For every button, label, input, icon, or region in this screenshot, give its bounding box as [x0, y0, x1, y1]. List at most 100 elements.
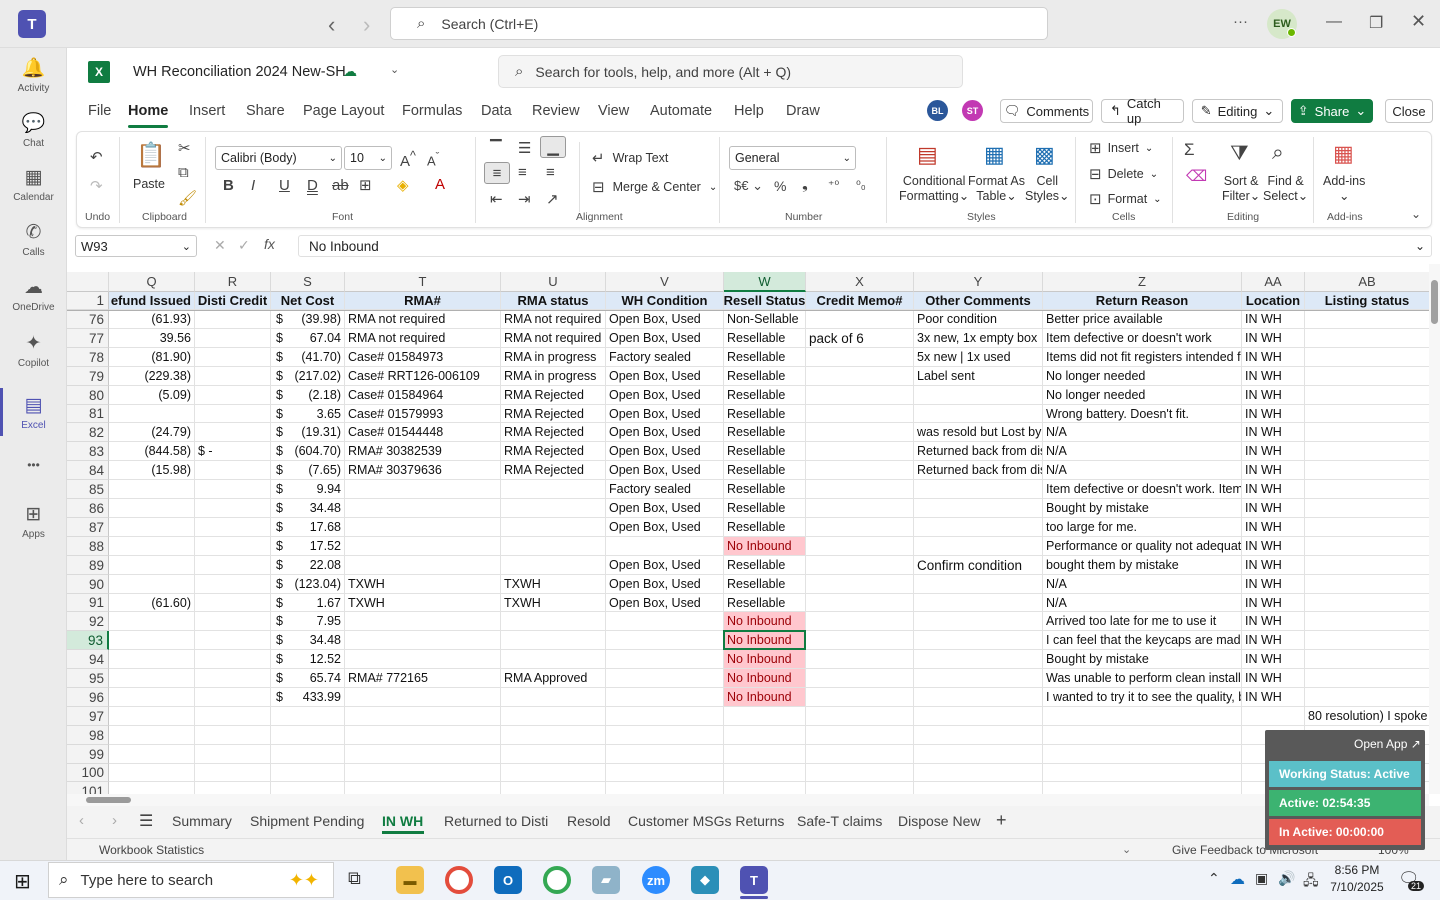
cell-y85[interactable]	[914, 480, 1043, 499]
cell-w100[interactable]	[724, 764, 806, 782]
conditional-formatting-icon[interactable]: ▤	[917, 142, 938, 168]
teams-search-input[interactable]: ⌕ Search (Ctrl+E)	[390, 7, 1048, 40]
cell-z93[interactable]: I can feel that the keycaps are made	[1043, 631, 1242, 650]
cell-s98[interactable]	[271, 726, 345, 745]
cell-t101[interactable]	[345, 782, 501, 794]
cell-ab91[interactable]	[1305, 594, 1429, 612]
format-as-table-button[interactable]: Format As Table⌄	[968, 174, 1025, 204]
chrome-icon[interactable]	[445, 866, 473, 894]
cell-u94[interactable]	[501, 650, 606, 669]
cell-v94[interactable]	[606, 650, 724, 669]
cell-x89[interactable]	[806, 556, 914, 575]
cell-s91[interactable]: $1.67	[271, 594, 345, 612]
column-header-w[interactable]: W	[724, 272, 806, 292]
cell-ab94[interactable]	[1305, 650, 1429, 669]
header-cell[interactable]: Listing status	[1305, 292, 1429, 310]
cell-t81[interactable]: Case# 01579993	[345, 405, 501, 423]
cell-x100[interactable]	[806, 764, 914, 782]
row-header[interactable]: 85	[67, 480, 109, 499]
cell-w93[interactable]: No Inbound	[724, 631, 806, 650]
cell-aa92[interactable]: IN WH	[1242, 612, 1305, 631]
cell-y84[interactable]: Returned back from dis	[914, 461, 1043, 480]
cell-w94[interactable]: No Inbound	[724, 650, 806, 669]
column-header-aa[interactable]: AA	[1242, 272, 1305, 292]
cell-w87[interactable]: Resellable	[724, 518, 806, 537]
cell-u83[interactable]: RMA Rejected	[501, 442, 606, 461]
cell-z84[interactable]: N/A	[1043, 461, 1242, 480]
row-header[interactable]: 88	[67, 537, 109, 556]
cell-aa79[interactable]: IN WH	[1242, 367, 1305, 386]
tab-insert[interactable]: Insert	[189, 103, 225, 119]
align-center-icon[interactable]: ≡	[518, 164, 527, 181]
increase-font-size-icon[interactable]: A^	[400, 149, 416, 170]
row-header[interactable]: 84	[67, 461, 109, 480]
tab-share[interactable]: Share	[246, 103, 285, 119]
row-header[interactable]: 89	[67, 556, 109, 575]
cell-w95[interactable]: No Inbound	[724, 669, 806, 688]
more-options-icon[interactable]: ···	[1233, 13, 1248, 30]
row-header[interactable]: 78	[67, 348, 109, 367]
tab-view[interactable]: View	[598, 103, 629, 119]
cell-styles-icon[interactable]: ▩	[1034, 142, 1055, 168]
cell-s87[interactable]: $17.68	[271, 518, 345, 537]
cell-w88[interactable]: No Inbound	[724, 537, 806, 556]
cell-u90[interactable]: TXWH	[501, 575, 606, 594]
cell-t100[interactable]	[345, 764, 501, 782]
cell-r94[interactable]	[195, 650, 271, 669]
cell-q88[interactable]	[109, 537, 195, 556]
cell-x85[interactable]	[806, 480, 914, 499]
cell-s95[interactable]: $65.74	[271, 669, 345, 688]
cell-t77[interactable]: RMA not required	[345, 329, 501, 348]
tab-automate[interactable]: Automate	[650, 103, 712, 119]
show-hidden-icons-icon[interactable]: ⌃	[1208, 870, 1220, 887]
cell-t76[interactable]: RMA not required	[345, 310, 501, 329]
cell-x76[interactable]	[806, 310, 914, 329]
cell-q82[interactable]: (24.79)	[109, 423, 195, 442]
cell-t93[interactable]	[345, 631, 501, 650]
cell-u98[interactable]	[501, 726, 606, 745]
cell-x88[interactable]	[806, 537, 914, 556]
cell-v77[interactable]: Open Box, Used	[606, 329, 724, 348]
editing-mode-button[interactable]: ✎ Editing ⌄	[1192, 99, 1283, 123]
row-header[interactable]: 93	[67, 631, 109, 650]
cell-x80[interactable]	[806, 386, 914, 405]
cell-aa85[interactable]: IN WH	[1242, 480, 1305, 499]
cell-y78[interactable]: 5x new | 1x used	[914, 348, 1043, 367]
column-header-y[interactable]: Y	[914, 272, 1043, 292]
cell-x79[interactable]	[806, 367, 914, 386]
undo-icon[interactable]: ↶	[90, 148, 103, 166]
cell-z98[interactable]	[1043, 726, 1242, 745]
cell-aa97[interactable]	[1242, 707, 1305, 726]
rail-item-apps[interactable]: ⊞ Apps	[0, 503, 67, 540]
network-icon[interactable]: 🖧	[1303, 870, 1319, 894]
cell-w80[interactable]: Resellable	[724, 386, 806, 405]
sheet-tab-shipment-pending[interactable]: Shipment Pending	[250, 813, 364, 829]
cell-s93[interactable]: $34.48	[271, 631, 345, 650]
cell-w81[interactable]: Resellable	[724, 405, 806, 423]
cell-u93[interactable]	[501, 631, 606, 650]
cell-r78[interactable]	[195, 348, 271, 367]
cell-aa78[interactable]: IN WH	[1242, 348, 1305, 367]
sheet-tab-in-wh[interactable]: IN WH	[382, 813, 423, 829]
row-header[interactable]: 77	[67, 329, 109, 348]
column-header-v[interactable]: V	[606, 272, 724, 292]
currency-format-icon[interactable]: $€ ⌄	[734, 178, 763, 194]
cell-t80[interactable]: Case# 01584964	[345, 386, 501, 405]
cancel-entry-icon[interactable]: ✕	[214, 237, 226, 254]
cell-v82[interactable]: Open Box, Used	[606, 423, 724, 442]
cell-r93[interactable]	[195, 631, 271, 650]
cell-z94[interactable]: Bought by mistake	[1043, 650, 1242, 669]
security-icon[interactable]: ▣	[1255, 870, 1268, 887]
align-top-icon[interactable]: ▔	[490, 139, 502, 157]
volume-icon[interactable]: 🔊	[1278, 870, 1295, 887]
cell-v91[interactable]: Open Box, Used	[606, 594, 724, 612]
cell-r84[interactable]	[195, 461, 271, 480]
cell-q87[interactable]	[109, 518, 195, 537]
column-header-s[interactable]: S	[271, 272, 345, 292]
cell-r100[interactable]	[195, 764, 271, 782]
cell-x81[interactable]	[806, 405, 914, 423]
cell-ab80[interactable]	[1305, 386, 1429, 405]
cell-ab81[interactable]	[1305, 405, 1429, 423]
italic-icon[interactable]: I	[251, 177, 255, 194]
cell-aa94[interactable]: IN WH	[1242, 650, 1305, 669]
